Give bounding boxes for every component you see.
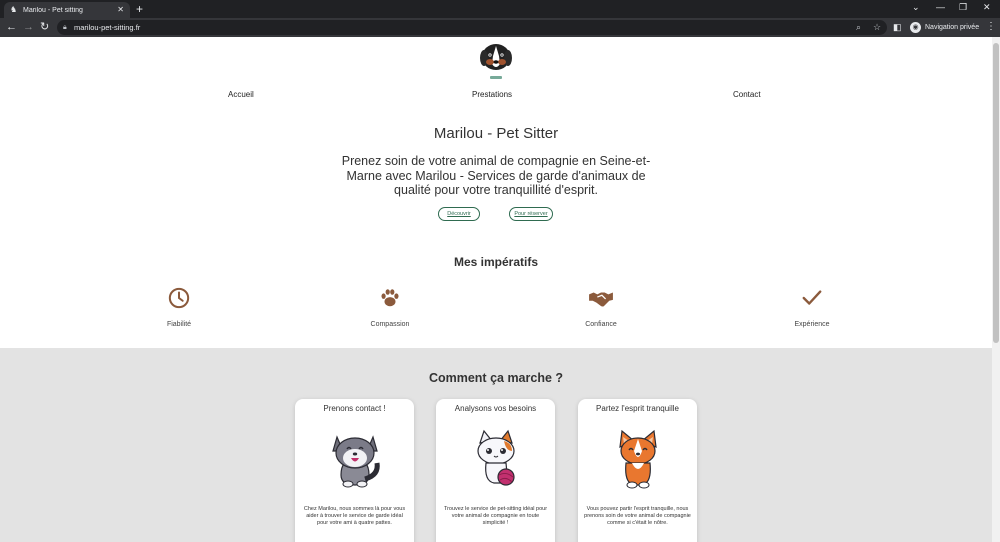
imperative-compassion: Compassion [330, 287, 450, 328]
browser-tab[interactable]: ♞ Marilou - Pet sitting ✕ [4, 2, 130, 18]
reload-icon[interactable]: ↻ [40, 21, 49, 33]
card-title: Prenons contact ! [323, 404, 386, 413]
new-tab-button[interactable]: + [136, 3, 143, 15]
nav-link-services[interactable]: Prestations [472, 90, 512, 99]
url-text[interactable]: marilou-pet-sitting.fr [74, 23, 140, 32]
hero-title: Marilou - Pet Sitter [433, 125, 559, 142]
card-title: Partez l'esprit tranquille [596, 404, 679, 413]
step-card-needs: Analysons vos besoins Trouvez le service… [436, 399, 555, 542]
step-card-relax: Partez l'esprit tranquille Vous pouvez p… [578, 399, 697, 542]
restore-button[interactable]: ❐ [959, 3, 967, 12]
imperative-label: Compassion [370, 321, 410, 328]
page-scrollbar[interactable] [992, 37, 1000, 542]
imperative-label: Expérience [794, 321, 830, 328]
imperative-reliability: Fiabilité [119, 287, 239, 328]
incognito-icon[interactable]: ◉ [910, 22, 921, 33]
paw-icon [381, 289, 399, 307]
card-text: Chez Marilou, nous sommes là pour vous a… [303, 506, 406, 526]
site-logo-dog-icon[interactable] [479, 42, 513, 82]
clock-icon [168, 287, 190, 309]
step-card-contact: Prenons contact ! Chez Marilou, nous som… [295, 399, 414, 542]
handshake-icon [589, 292, 613, 307]
imperatives-title: Mes impératifs [453, 255, 539, 269]
browser-menu-icon[interactable]: ⋮ [986, 21, 996, 33]
hero-subtitle: Prenez soin de votre animal de compagnie… [341, 154, 651, 197]
close-tab-icon[interactable]: ✕ [117, 6, 124, 14]
browser-tab-strip: ♞ Marilou - Pet sitting ✕ + ⌄ — ❐ ✕ [0, 0, 1000, 18]
tab-search-icon[interactable]: ⌄ [912, 3, 920, 12]
card-text: Vous pouvez partir l'esprit tranquille, … [584, 506, 691, 526]
card-text: Trouvez le service de pet-sitting idéal … [443, 506, 548, 526]
imperative-experience: Expérience [752, 287, 872, 328]
favicon-icon: ♞ [10, 5, 18, 14]
nav-link-home[interactable]: Accueil [228, 90, 254, 99]
bookmark-star-icon[interactable]: ☆ [873, 22, 881, 33]
private-browsing-label[interactable]: Navigation privée [925, 24, 979, 32]
browser-toolbar: ← → ↻ 🔒︎ marilou-pet-sitting.fr ⌕ ☆ ◧ [0, 18, 1000, 37]
corgi-icon [619, 429, 657, 489]
nav-link-contact[interactable]: Contact [733, 90, 761, 99]
lock-icon[interactable]: 🔒︎ [63, 23, 67, 32]
scrollbar-thumb[interactable] [993, 43, 999, 343]
minimize-button[interactable]: — [936, 3, 945, 12]
address-bar[interactable]: 🔒︎ marilou-pet-sitting.fr ⌕ ☆ [57, 20, 887, 35]
discover-button[interactable]: Découvrir [438, 207, 480, 221]
check-icon [802, 290, 822, 305]
imperative-label: Fiabilité [166, 321, 192, 328]
husky-icon [332, 435, 380, 488]
card-title: Analysons vos besoins [454, 404, 537, 413]
book-button[interactable]: Pour réserver [509, 207, 553, 221]
back-icon[interactable]: ← [6, 21, 17, 33]
how-it-works-title: Comment ça marche ? [428, 371, 564, 385]
tab-title: Marilou - Pet sitting [23, 6, 83, 14]
page-viewport: Accueil Prestations Contact Marilou - Pe… [0, 37, 992, 542]
close-window-button[interactable]: ✕ [983, 3, 991, 12]
zoom-icon[interactable]: ⌕ [856, 22, 861, 33]
imperative-label: Confiance [585, 321, 617, 328]
forward-icon[interactable]: → [23, 21, 34, 33]
side-panel-icon[interactable]: ◧ [893, 21, 902, 33]
imperative-trust: Confiance [541, 287, 661, 328]
cat-icon [477, 429, 515, 486]
